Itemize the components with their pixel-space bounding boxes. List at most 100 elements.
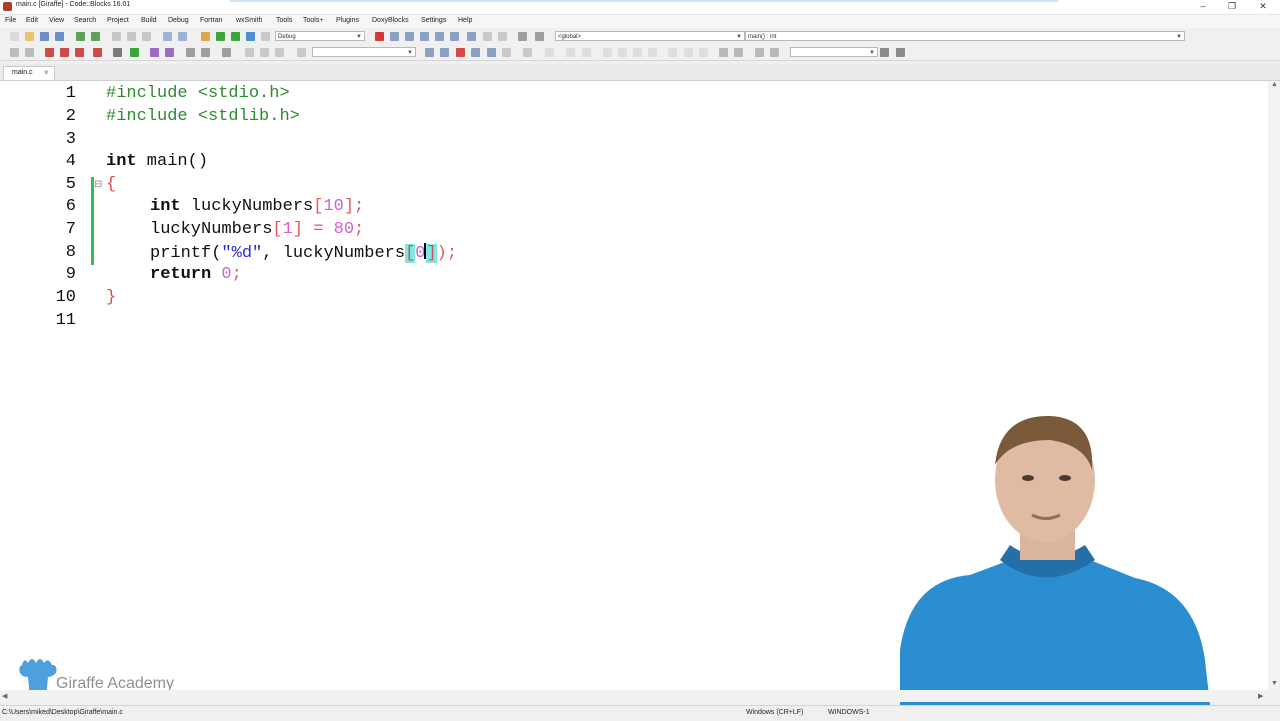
wx-icon-2[interactable] (566, 48, 575, 57)
wx-icon-7[interactable] (648, 48, 657, 57)
copy-icon[interactable] (127, 32, 136, 41)
comment-icon[interactable] (150, 48, 159, 57)
menu-debug[interactable]: Debug (168, 17, 189, 24)
record-icon[interactable] (260, 48, 269, 57)
horizontal-scrollbar[interactable]: ◀ ▶ (0, 690, 1268, 702)
symbol-icon[interactable] (755, 48, 764, 57)
open-file-icon[interactable] (25, 32, 34, 41)
search-icon[interactable] (880, 48, 889, 57)
nav-forward-icon[interactable] (440, 48, 449, 57)
jump-back-icon[interactable] (10, 48, 19, 57)
debug-windows-icon[interactable] (518, 32, 527, 41)
wx-icon-6[interactable] (633, 48, 642, 57)
rebuild-icon[interactable] (246, 32, 255, 41)
uncomment-icon[interactable] (165, 48, 174, 57)
step-back-icon[interactable] (245, 48, 254, 57)
menu-search[interactable]: Search (74, 17, 96, 24)
cut-icon[interactable] (112, 32, 121, 41)
menu-fortran[interactable]: Fortran (200, 17, 223, 24)
scroll-right-icon[interactable]: ▶ (1258, 692, 1263, 700)
function-select[interactable]: main() : int ▼ (745, 31, 1185, 41)
menu-file[interactable]: File (5, 17, 16, 24)
replace-icon[interactable] (178, 32, 187, 41)
match-brace-icon[interactable] (113, 48, 122, 57)
wx-icon-10[interactable] (699, 48, 708, 57)
menu-settings[interactable]: Settings (421, 17, 446, 24)
abort-icon[interactable] (261, 32, 270, 41)
highlight-icon[interactable] (130, 48, 139, 57)
wrench-icon[interactable] (896, 48, 905, 57)
zoom-out-icon[interactable] (734, 48, 743, 57)
menu-help[interactable]: Help (458, 17, 472, 24)
menu-build[interactable]: Build (141, 17, 157, 24)
play-icon[interactable] (275, 48, 284, 57)
clear-bookmarks-icon[interactable] (93, 48, 102, 57)
wx-icon-9[interactable] (684, 48, 693, 57)
nav-back-icon[interactable] (425, 48, 434, 57)
menu-view[interactable]: View (49, 17, 64, 24)
doxy-icon[interactable] (523, 48, 532, 57)
save-all-icon[interactable] (55, 32, 64, 41)
save-icon[interactable] (40, 32, 49, 41)
menu-tools[interactable]: Tools (276, 17, 292, 24)
code-editor[interactable]: 1 2 3 4 5 6 7 8 9 10 11 ⊟ #include <stdi… (0, 81, 1268, 705)
pause-icon[interactable] (483, 32, 492, 41)
various-info-icon[interactable] (535, 32, 544, 41)
step-instruction-icon[interactable] (467, 32, 476, 41)
step-out-icon[interactable] (435, 32, 444, 41)
menu-wxsmith[interactable]: wxSmith (236, 17, 262, 24)
build-icon[interactable] (201, 32, 210, 41)
menu-plugins[interactable]: Plugins (336, 17, 359, 24)
scroll-left-icon[interactable]: ◀ (2, 692, 7, 700)
menu-doxyblocks[interactable]: DoxyBlocks (372, 17, 409, 24)
show-call-tip-icon[interactable] (201, 48, 210, 57)
menu-edit[interactable]: Edit (26, 17, 38, 24)
vertical-scrollbar[interactable]: ▲ ▼ (1268, 81, 1280, 690)
build-and-run-icon[interactable] (231, 32, 240, 41)
minimize-icon[interactable]: – (1190, 0, 1216, 14)
wx-icon-1[interactable] (545, 48, 554, 57)
next-bookmark-icon[interactable] (75, 48, 84, 57)
run-icon[interactable] (216, 32, 225, 41)
paste-icon[interactable] (142, 32, 151, 41)
scroll-down-icon[interactable]: ▼ (1271, 680, 1278, 687)
macro-select[interactable]: ▼ (312, 47, 416, 57)
scroll-up-icon[interactable]: ▲ (1271, 81, 1278, 88)
next-line-icon[interactable] (405, 32, 414, 41)
jump-forward-icon[interactable] (25, 48, 34, 57)
translate-icon[interactable] (487, 48, 496, 57)
stop-debug-icon[interactable] (498, 32, 507, 41)
prev-bookmark-icon[interactable] (60, 48, 69, 57)
search-combo[interactable]: ▼ (790, 47, 878, 57)
step-into-icon[interactable] (420, 32, 429, 41)
close-icon[interactable]: ✕ (1250, 0, 1276, 14)
menu-project[interactable]: Project (107, 17, 129, 24)
restore-icon[interactable]: ❐ (1219, 0, 1245, 14)
tab-main-c[interactable]: main.c × (3, 66, 55, 80)
wx-icon-3[interactable] (582, 48, 591, 57)
refresh-icon[interactable] (770, 48, 779, 57)
wx-icon-8[interactable] (668, 48, 677, 57)
build-target-select[interactable]: Debug ▼ (275, 31, 365, 41)
dots-icon[interactable] (502, 48, 511, 57)
code-completion-icon[interactable] (186, 48, 195, 57)
wx-icon-5[interactable] (618, 48, 627, 57)
playback-icon[interactable] (297, 48, 306, 57)
menu-tools-plus[interactable]: Tools+ (303, 17, 323, 24)
zoom-in-icon[interactable] (719, 48, 728, 57)
scope-select[interactable]: <global> ▼ (555, 31, 745, 41)
undo-icon[interactable] (76, 32, 85, 41)
regex-tester-icon[interactable] (222, 48, 231, 57)
next-instruction-icon[interactable] (450, 32, 459, 41)
toggle-bookmark-icon[interactable] (45, 48, 54, 57)
run-to-cursor-icon[interactable] (390, 32, 399, 41)
wx-icon-4[interactable] (603, 48, 612, 57)
fold-marker-icon[interactable]: ⊟ (94, 179, 102, 191)
redo-icon[interactable] (91, 32, 100, 41)
thesaurus-icon[interactable] (471, 48, 480, 57)
close-icon[interactable]: × (44, 68, 49, 77)
debug-start-icon[interactable] (375, 32, 384, 41)
new-file-icon[interactable] (10, 32, 19, 41)
find-icon[interactable] (163, 32, 172, 41)
spell-check-icon[interactable] (456, 48, 465, 57)
